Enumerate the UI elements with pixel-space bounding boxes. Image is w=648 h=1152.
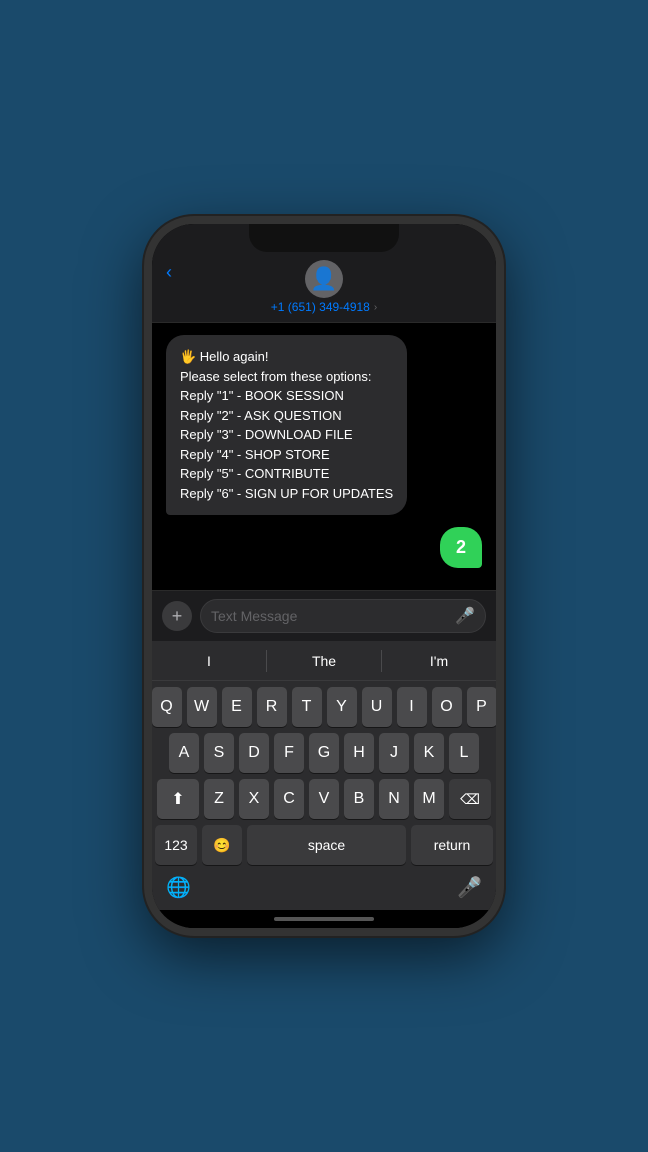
message-input-wrap[interactable]: Text Message 🎤 bbox=[200, 599, 486, 633]
globe-icon[interactable]: 🌐 bbox=[166, 875, 191, 900]
shift-icon: ⬆ bbox=[171, 789, 184, 809]
message-input-placeholder[interactable]: Text Message bbox=[211, 608, 449, 624]
key-b[interactable]: B bbox=[344, 779, 374, 819]
sent-message-text: 2 bbox=[456, 537, 466, 557]
home-indicator bbox=[274, 917, 374, 921]
key-row-3: ⬆ Z X C V B N M ⌫ bbox=[155, 779, 493, 819]
phone-frame: ‹ 👤 +1 (651) 349-4918 › 🖐 Hello again!Pl… bbox=[144, 216, 504, 936]
key-g[interactable]: G bbox=[309, 733, 339, 773]
key-v[interactable]: V bbox=[309, 779, 339, 819]
key-i[interactable]: I bbox=[397, 687, 427, 727]
key-u[interactable]: U bbox=[362, 687, 392, 727]
key-row-1: Q W E R T Y U I O P bbox=[155, 687, 493, 727]
input-bar: + Text Message 🎤 bbox=[152, 590, 496, 641]
key-row-4: 123 😊 space return bbox=[155, 825, 493, 865]
add-attachment-button[interactable]: + bbox=[162, 601, 192, 631]
key-j[interactable]: J bbox=[379, 733, 409, 773]
key-l[interactable]: L bbox=[449, 733, 479, 773]
sent-message-bubble: 2 bbox=[440, 527, 482, 568]
key-m[interactable]: M bbox=[414, 779, 444, 819]
key-row-2: A S D F G H J K L bbox=[155, 733, 493, 773]
key-f[interactable]: F bbox=[274, 733, 304, 773]
key-h[interactable]: H bbox=[344, 733, 374, 773]
key-t[interactable]: T bbox=[292, 687, 322, 727]
keyboard: I The I'm Q W E R T Y U I O bbox=[152, 641, 496, 910]
key-r[interactable]: R bbox=[257, 687, 287, 727]
key-rows: Q W E R T Y U I O P A S D F G bbox=[152, 681, 496, 867]
key-q[interactable]: Q bbox=[152, 687, 182, 727]
home-bar bbox=[152, 910, 496, 928]
avatar: 👤 bbox=[305, 260, 343, 298]
key-n[interactable]: N bbox=[379, 779, 409, 819]
received-message-bubble: 🖐 Hello again!Please select from these o… bbox=[166, 335, 407, 515]
numbers-key[interactable]: 123 bbox=[155, 825, 197, 865]
key-x[interactable]: X bbox=[239, 779, 269, 819]
delete-key[interactable]: ⌫ bbox=[449, 779, 491, 819]
contact-number: +1 (651) 349-4918 bbox=[271, 300, 370, 314]
keyboard-mic-icon[interactable]: 🎤 bbox=[457, 875, 482, 900]
contact-info[interactable]: +1 (651) 349-4918 › bbox=[271, 300, 377, 314]
received-message-text: 🖐 Hello again!Please select from these o… bbox=[180, 349, 393, 501]
key-p[interactable]: P bbox=[467, 687, 497, 727]
predictive-word-i[interactable]: I bbox=[152, 653, 266, 669]
key-o[interactable]: O bbox=[432, 687, 462, 727]
key-w[interactable]: W bbox=[187, 687, 217, 727]
back-button[interactable]: ‹ bbox=[166, 262, 172, 283]
emoji-key[interactable]: 😊 bbox=[202, 825, 242, 865]
key-k[interactable]: K bbox=[414, 733, 444, 773]
key-a[interactable]: A bbox=[169, 733, 199, 773]
shift-key[interactable]: ⬆ bbox=[157, 779, 199, 819]
key-d[interactable]: D bbox=[239, 733, 269, 773]
mic-icon[interactable]: 🎤 bbox=[455, 606, 475, 626]
key-e[interactable]: E bbox=[222, 687, 252, 727]
contact-avatar-icon: 👤 bbox=[310, 266, 337, 292]
key-y[interactable]: Y bbox=[327, 687, 357, 727]
phone-screen: ‹ 👤 +1 (651) 349-4918 › 🖐 Hello again!Pl… bbox=[152, 224, 496, 928]
key-c[interactable]: C bbox=[274, 779, 304, 819]
predictive-word-the[interactable]: The bbox=[267, 653, 381, 669]
messages-area: 🖐 Hello again!Please select from these o… bbox=[152, 323, 496, 590]
return-key[interactable]: return bbox=[411, 825, 493, 865]
phone-notch bbox=[249, 224, 399, 252]
predictive-bar: I The I'm bbox=[152, 641, 496, 681]
keyboard-bottom-bar: 🌐 🎤 bbox=[152, 867, 496, 910]
key-s[interactable]: S bbox=[204, 733, 234, 773]
plus-icon: + bbox=[172, 606, 183, 627]
predictive-word-im[interactable]: I'm bbox=[382, 653, 496, 669]
space-key[interactable]: space bbox=[247, 825, 406, 865]
key-z[interactable]: Z bbox=[204, 779, 234, 819]
chevron-right-icon: › bbox=[374, 302, 377, 313]
